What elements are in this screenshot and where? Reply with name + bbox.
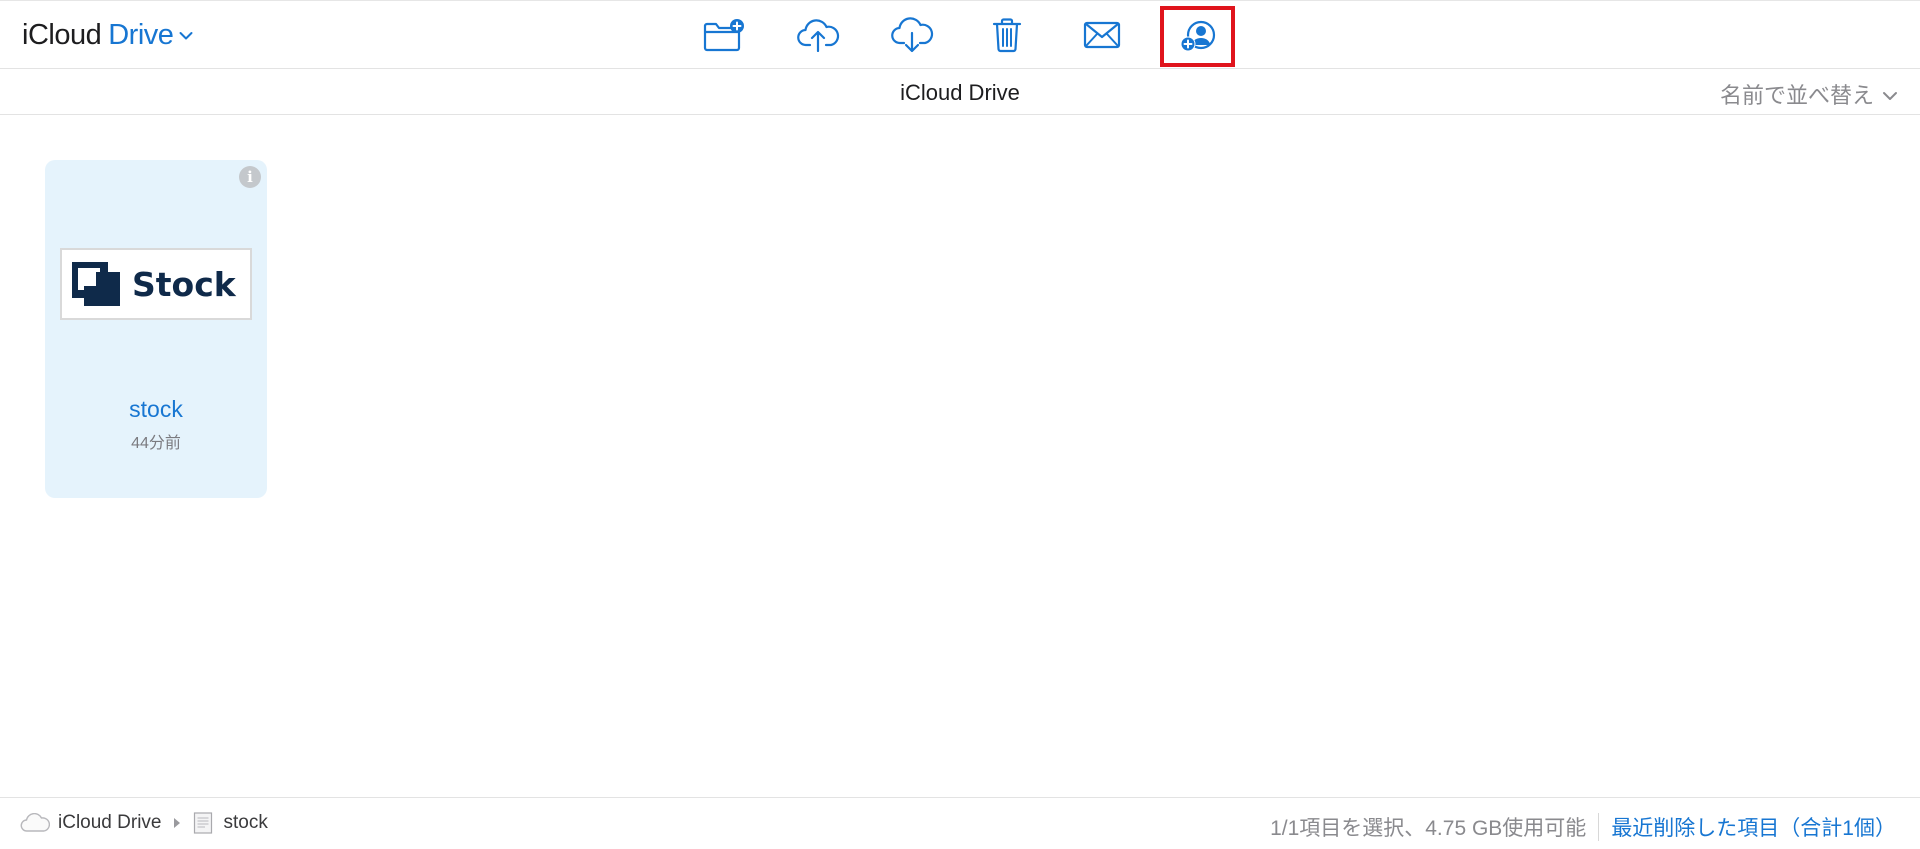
chevron-down-icon <box>1874 81 1898 107</box>
download-button[interactable] <box>876 9 948 61</box>
upload-button[interactable] <box>782 9 854 61</box>
sort-label: 名前で並べ替え <box>1719 83 1874 108</box>
stock-logo: Stock <box>72 262 237 306</box>
location-bar: iCloud Drive 名前で並べ替え <box>0 69 1920 115</box>
info-icon[interactable]: i <box>239 166 261 188</box>
footer-status-area: 1/1項目を選択、4.75 GB使用可能 最近削除した項目（合計1個） <box>1270 812 1896 842</box>
app-title-prefix: iCloud <box>22 18 102 51</box>
app-title-accent: Drive <box>108 18 174 51</box>
divider <box>1598 813 1600 841</box>
breadcrumb-label: iCloud Drive <box>58 812 162 833</box>
folder-plus-icon <box>702 17 746 53</box>
envelope-icon <box>1083 21 1121 49</box>
top-toolbar: iCloud Drive <box>0 0 1920 69</box>
cloud-download-icon <box>890 16 934 54</box>
add-person-icon <box>1178 20 1218 54</box>
recently-deleted-link[interactable]: 最近削除した項目（合計1個） <box>1611 812 1896 842</box>
cloud-upload-icon <box>796 18 840 52</box>
sort-menu[interactable]: 名前で並べ替え <box>1720 78 1898 110</box>
delete-button[interactable] <box>971 9 1043 61</box>
breadcrumb-stock[interactable]: stock <box>193 812 268 834</box>
cloud-icon <box>20 813 50 833</box>
email-button[interactable] <box>1066 9 1138 61</box>
breadcrumb-icloud-drive[interactable]: iCloud Drive <box>20 812 161 834</box>
current-folder-title: iCloud Drive <box>900 80 1020 105</box>
new-folder-button[interactable] <box>688 9 760 61</box>
file-name: stock <box>129 396 183 422</box>
file-thumbnail: Stock <box>60 248 252 320</box>
file-modified-time: 44分前 <box>131 435 181 452</box>
chevron-down-icon <box>179 28 193 46</box>
share-collaborate-button[interactable] <box>1160 6 1235 67</box>
selection-storage-status: 1/1項目を選択、4.75 GB使用可能 <box>1270 817 1587 840</box>
caret-right-icon <box>173 812 181 834</box>
document-icon <box>193 812 213 834</box>
breadcrumb-label: stock <box>223 812 268 833</box>
file-item-stock[interactable]: i Stock stock 44分前 <box>45 160 267 498</box>
logo-text: Stock <box>132 265 237 304</box>
trash-icon <box>991 17 1023 53</box>
app-title-menu[interactable]: iCloud Drive <box>22 17 193 53</box>
status-footer: iCloud Drive stock 1/1項目を選択、4.75 GB使用可能 … <box>0 797 1920 849</box>
breadcrumb: iCloud Drive stock <box>20 812 268 834</box>
